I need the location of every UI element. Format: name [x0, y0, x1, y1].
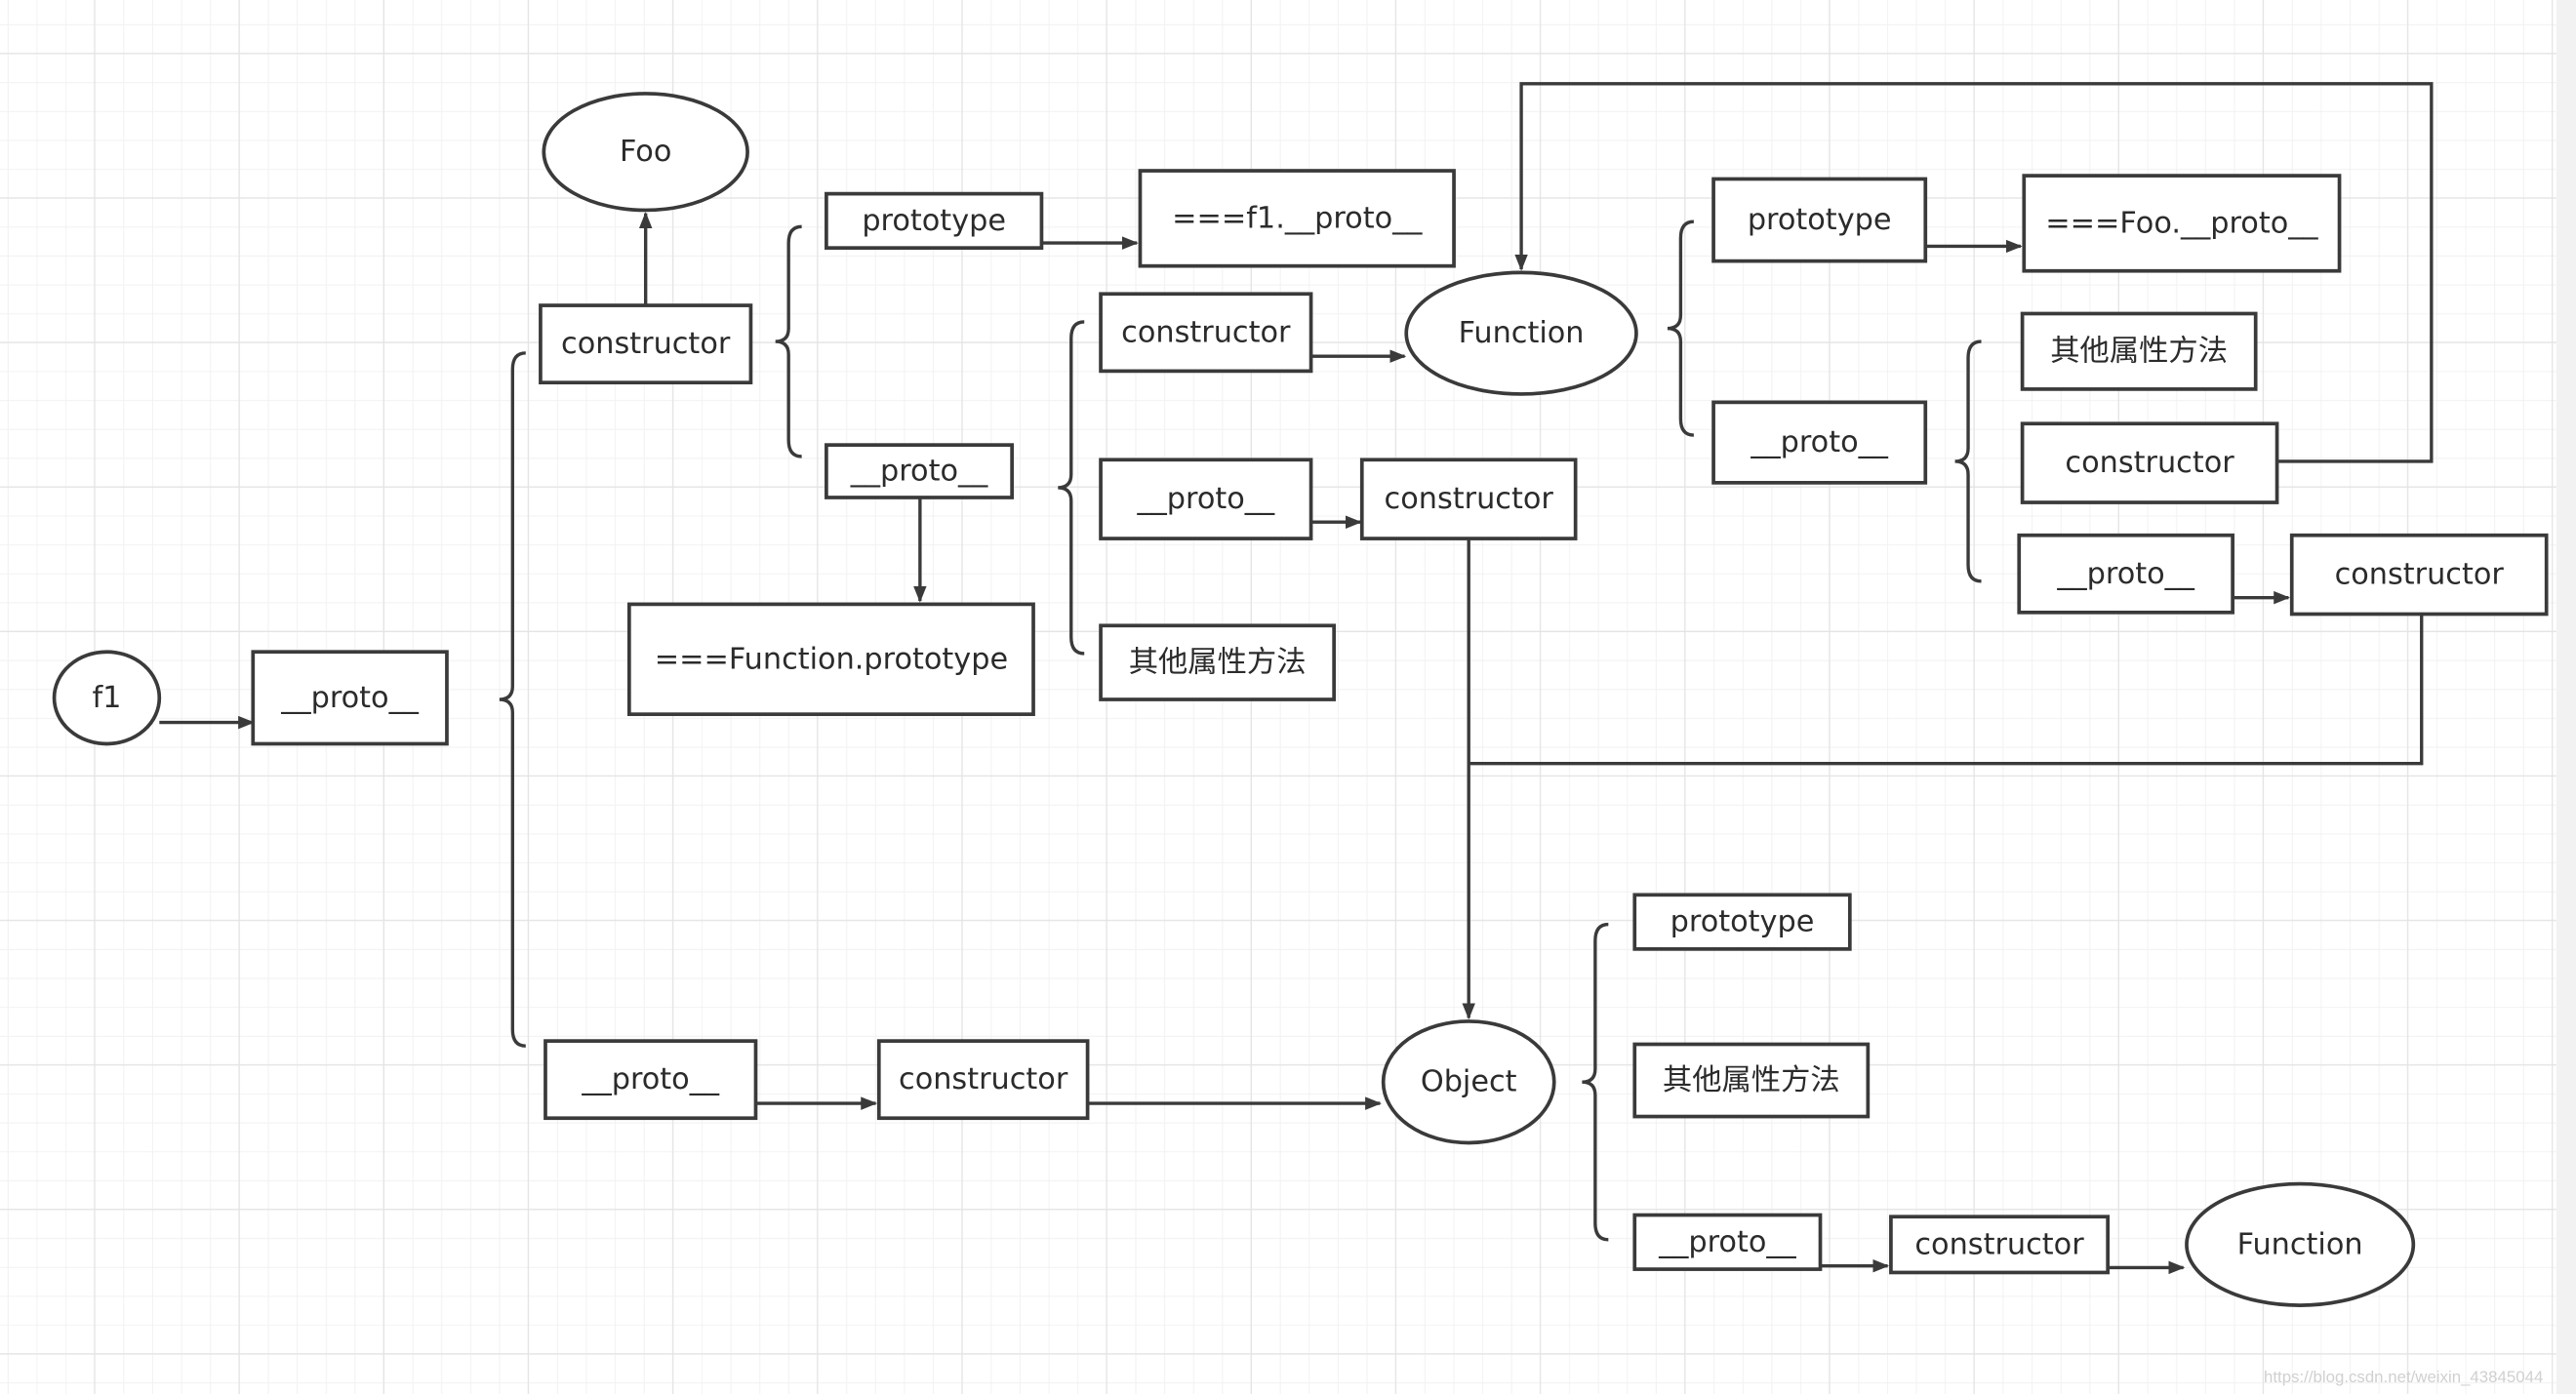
node-label: __proto__: [1658, 1225, 1796, 1259]
node-foo-constructor[interactable]: constructor: [539, 303, 753, 385]
node-foo-prototype[interactable]: prototype: [825, 191, 1044, 251]
node-f1-proto[interactable]: __proto__: [251, 650, 449, 746]
node-fp-constructor[interactable]: constructor: [1099, 292, 1313, 374]
node-label: ===f1.__proto__: [1172, 201, 1423, 235]
node-label: __proto__: [280, 681, 419, 715]
node-label: prototype: [1670, 905, 1815, 939]
node-object-prototype[interactable]: prototype: [1632, 893, 1852, 951]
node-object-proto[interactable]: __proto__: [1632, 1213, 1823, 1271]
node-fp-proto[interactable]: __proto__: [1099, 458, 1313, 540]
node-ffp-constructor[interactable]: constructor: [2020, 421, 2279, 504]
node-ffp-proto[interactable]: __proto__: [2017, 533, 2234, 615]
node-eq-f1-proto[interactable]: ===f1.__proto__: [1138, 169, 1456, 268]
node-fooproto-proto[interactable]: __proto__: [543, 1039, 758, 1121]
node-fp-other[interactable]: 其他属性方法: [1099, 623, 1336, 701]
node-label: constructor: [561, 327, 731, 361]
node-label: constructor: [1385, 482, 1554, 516]
node-label: Function: [1459, 316, 1585, 350]
node-label: ===Function.prototype: [655, 642, 1008, 676]
node-label: __proto__: [850, 455, 988, 489]
node-label: prototype: [862, 204, 1006, 238]
node-label: 其他属性方法: [2050, 335, 2228, 369]
watermark: https://blog.csdn.net/weixin_43845044: [2264, 1368, 2543, 1386]
node-fp-proto-constructor[interactable]: constructor: [1359, 458, 1578, 540]
diagram-canvas: f1 __proto__ Foo constructor prototype ===f1.…: [0, 0, 2556, 1394]
node-function-prototype[interactable]: prototype: [1711, 177, 1928, 263]
node-object-proto-constructor[interactable]: constructor: [1889, 1215, 2111, 1275]
node-ffp-proto-constructor[interactable]: constructor: [2289, 533, 2549, 617]
node-label: ===Foo.__proto__: [2045, 206, 2318, 240]
node-foo[interactable]: Foo: [542, 92, 749, 213]
node-label: Object: [1421, 1065, 1517, 1099]
node-label: 其他属性方法: [1663, 1063, 1840, 1097]
node-label: __proto__: [1137, 482, 1275, 516]
node-label: __proto__: [2056, 557, 2194, 591]
node-function-2[interactable]: Function: [2185, 1181, 2416, 1307]
node-label: __proto__: [581, 1062, 719, 1096]
node-label: Function: [2237, 1227, 2363, 1261]
node-eq-function-prototype[interactable]: ===Function.prototype: [626, 602, 1035, 717]
node-label: constructor: [2335, 558, 2505, 592]
node-ffp-other[interactable]: 其他属性方法: [2020, 311, 2258, 391]
node-label: 其他属性方法: [1129, 646, 1307, 680]
node-label: Foo: [620, 135, 671, 169]
node-label: constructor: [1121, 315, 1291, 349]
node-label: prototype: [1748, 203, 1892, 237]
node-label: constructor: [1914, 1227, 2084, 1261]
node-label: constructor: [2065, 446, 2234, 480]
node-label: constructor: [899, 1062, 1068, 1096]
node-function-proto[interactable]: __proto__: [1711, 400, 1928, 485]
node-foo-proto[interactable]: __proto__: [825, 443, 1014, 499]
node-eq-foo-proto[interactable]: ===Foo.__proto__: [2022, 174, 2342, 273]
node-object[interactable]: Object: [1381, 1019, 1556, 1145]
node-object-other[interactable]: 其他属性方法: [1632, 1042, 1871, 1119]
node-fooproto-proto-constructor[interactable]: constructor: [876, 1039, 1090, 1121]
node-label: f1: [92, 681, 121, 715]
node-f1[interactable]: f1: [52, 650, 162, 746]
node-function[interactable]: Function: [1404, 270, 1638, 396]
node-label: __proto__: [1750, 425, 1888, 459]
